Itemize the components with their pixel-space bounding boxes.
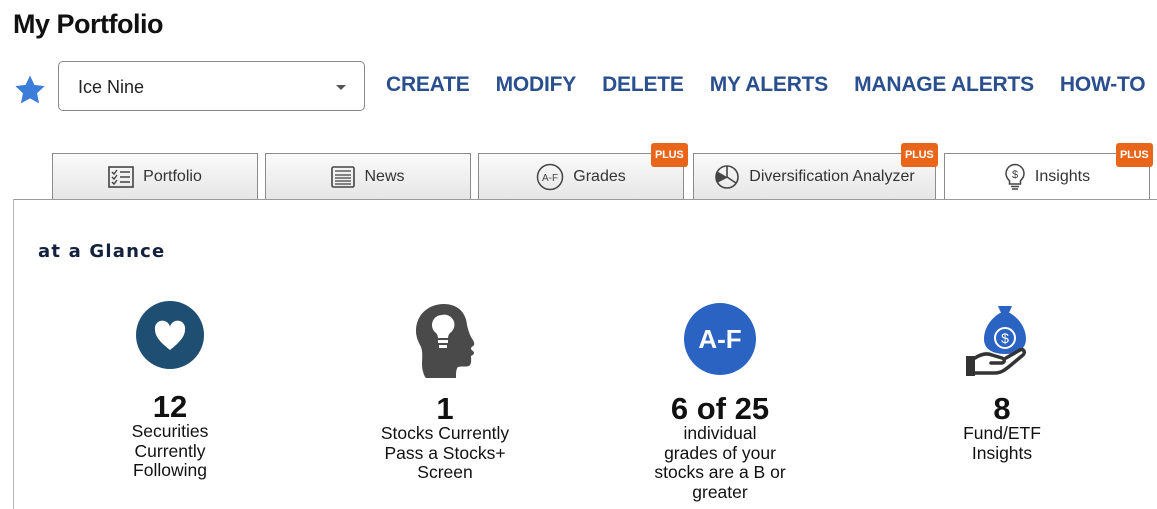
tab-label: Portfolio [143,167,202,185]
stat-desc-line: Following [133,460,207,480]
stat-desc-line: Currently [134,440,206,461]
chevron-down-icon [336,85,346,90]
manage-alerts-link[interactable]: MANAGE ALERTS [854,73,1034,97]
tab-label: Grades [573,167,626,185]
favorite-star-icon[interactable] [13,73,47,107]
checklist-icon [108,165,134,188]
stat-desc-line: Stocks Currently [380,423,510,443]
stat-desc-line: Pass a Stocks+ [384,442,506,463]
tab-diversification-analyzer[interactable]: Diversification Analyzer [693,153,936,199]
how-to-link[interactable]: HOW-TO [1060,73,1146,97]
grades-circle-icon: A-F [684,303,756,375]
tab-news[interactable]: News [265,153,471,199]
stat-description: Fund/ETF Insights [912,423,1092,463]
head-lightbulb-icon [416,304,475,378]
grades-circle-text: A-F [698,324,741,354]
stat-description: Stocks Currently Pass a Stocks+ Screen [355,423,535,483]
stat-fund-etf-insights: $ 8 Fund/ETF Insights [912,302,1092,463]
tabs-divider [13,199,1157,200]
pie-chart-icon [715,164,740,189]
svg-text:$: $ [1012,169,1018,181]
stat-value: 12 [152,389,188,424]
plus-badge: PLUS [1116,143,1153,167]
stat-securities-following: 12 Securities Currently Following [80,300,260,481]
stat-desc-line: stocks are a B or [654,462,786,482]
tab-portfolio[interactable]: Portfolio [52,153,258,199]
grades-icon: A-F [537,163,564,190]
my-alerts-link[interactable]: MY ALERTS [710,73,829,97]
delete-link[interactable]: DELETE [602,73,684,97]
heart-circle-icon [136,301,204,369]
portfolio-select[interactable]: Ice Nine [58,61,365,111]
stat-desc-line: grades of your [664,442,776,463]
tab-label: Diversification Analyzer [749,167,915,185]
stat-desc-line: Insights [971,442,1033,463]
stat-desc-line: greater [692,481,748,502]
tab-label: News [364,167,405,185]
stat-value: 6 of 25 [670,391,770,426]
stat-description: individual grades of your stocks are a B… [630,423,810,502]
stat-value: 1 [436,391,454,426]
stat-description: Securities Currently Following [80,421,260,481]
plus-badge: PLUS [901,143,938,167]
portfolio-actions: CREATE MODIFY DELETE MY ALERTS MANAGE AL… [386,73,1157,97]
stat-grades-b-or-greater: A-F 6 of 25 individual grades of your st… [630,302,810,502]
tab-label: Insights [1034,168,1091,185]
plus-badge: PLUS [651,143,688,167]
section-title: at a Glance [38,241,166,262]
modify-link[interactable]: MODIFY [496,73,577,97]
newspaper-icon [331,165,356,188]
page-title: My Portfolio [13,9,164,39]
portfolio-select-value: Ice Nine [78,77,145,97]
stat-desc-line: Securities [131,421,209,441]
stat-value: 8 [993,391,1011,426]
svg-text:A-F: A-F [542,173,558,184]
stat-desc-line: individual [683,423,757,443]
stat-desc-line: Fund/ETF [963,423,1041,443]
panel-border [13,199,14,509]
stat-stocks-pass-screen: 1 Stocks Currently Pass a Stocks+ Screen [355,302,535,483]
svg-text:$: $ [1001,330,1009,346]
stat-desc-line: Screen [417,462,473,482]
create-link[interactable]: CREATE [386,73,470,97]
dollar-lightbulb-icon: $ [1005,163,1025,190]
money-bag-hand-icon: $ [966,306,1026,376]
